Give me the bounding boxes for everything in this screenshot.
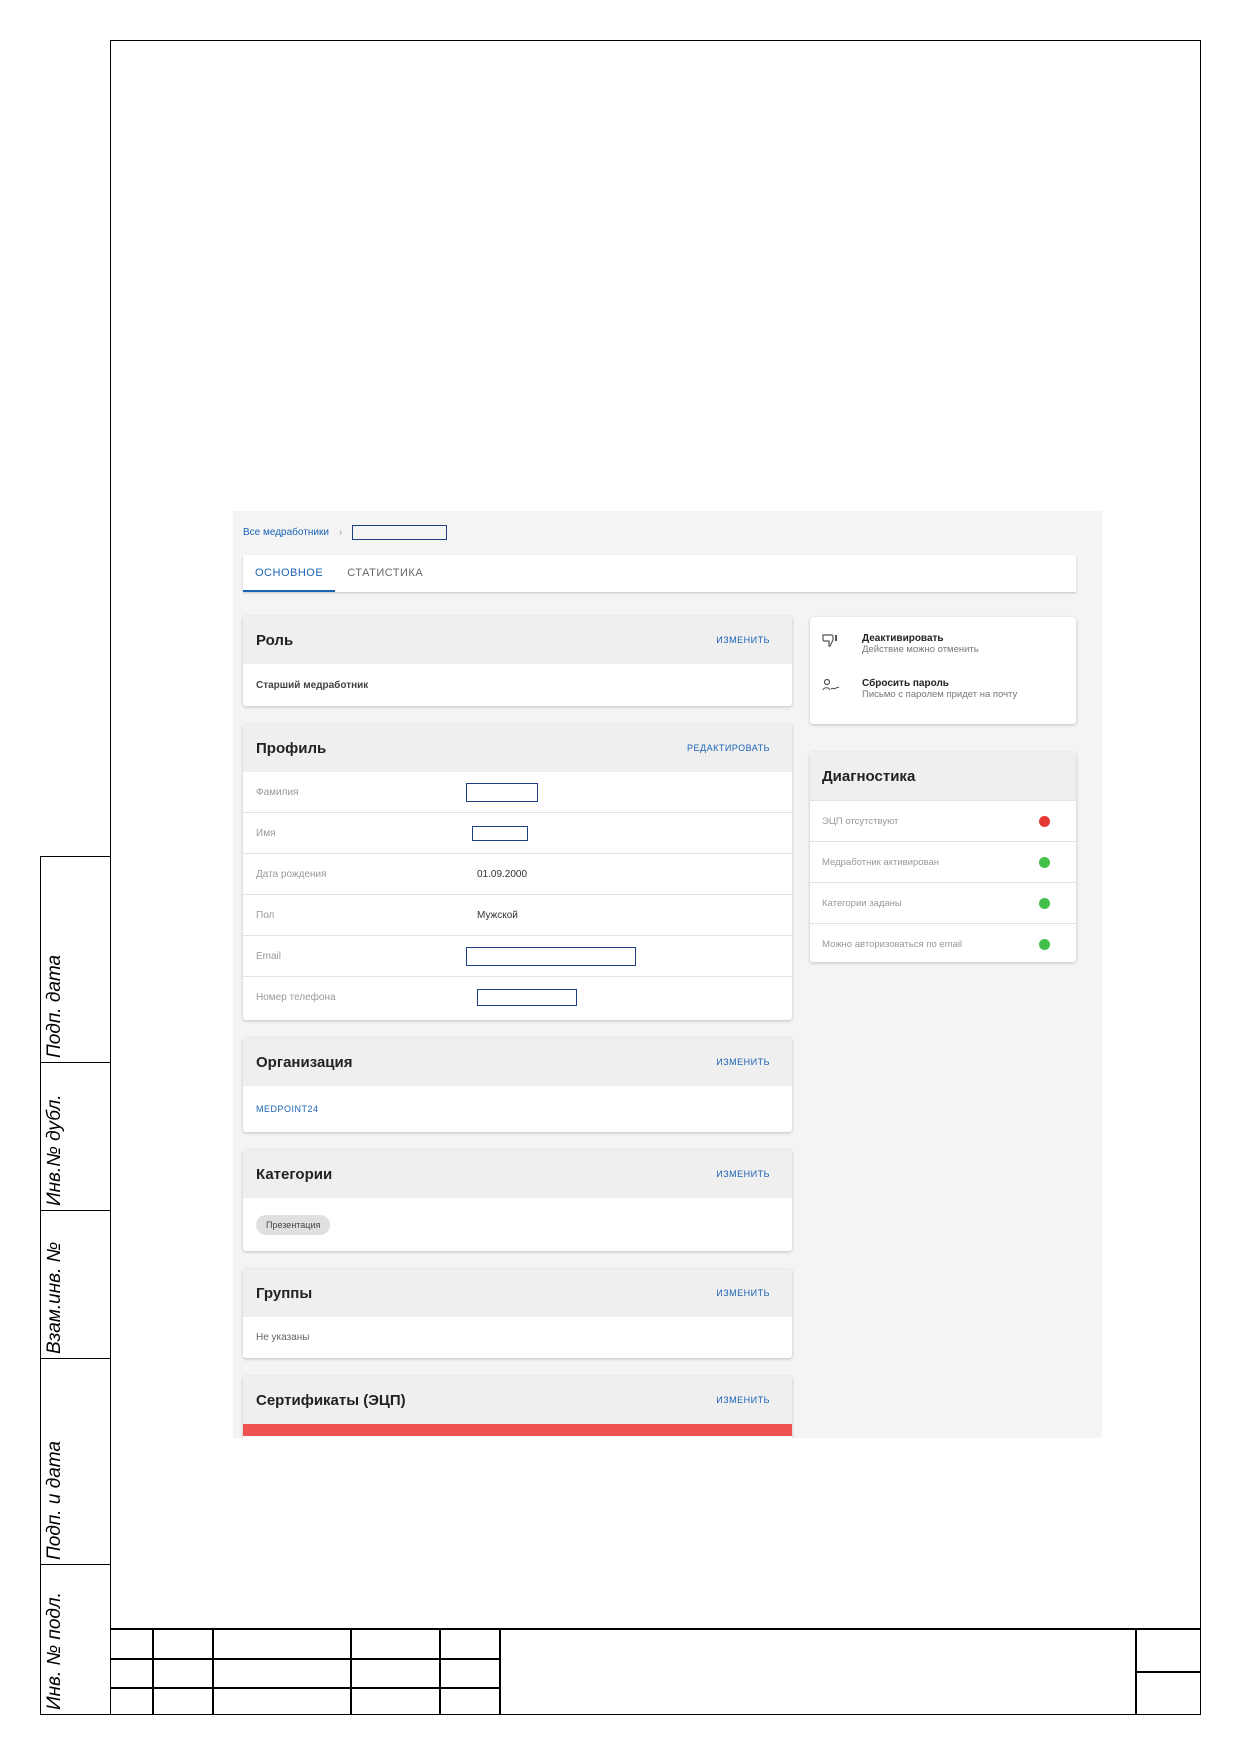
certificates-card: Сертификаты (ЭЦП) ИЗМЕНИТЬ xyxy=(243,1376,792,1438)
title-block xyxy=(110,1628,1201,1715)
status-ok-dot xyxy=(1039,856,1050,868)
diag-label-categories: Категории заданы xyxy=(822,897,902,909)
tab-main[interactable]: ОСНОВНОЕ xyxy=(243,555,336,592)
breadcrumb-separator: › xyxy=(338,527,343,538)
profile-label-surname: Фамилия xyxy=(256,786,299,798)
status-ok-dot xyxy=(1039,897,1050,909)
diagnostics-title: Диагностика xyxy=(822,767,916,785)
groups-value: Не указаны xyxy=(256,1332,310,1343)
certificates-error-bar xyxy=(243,1424,792,1436)
reset-password-subtitle: Письмо с паролем придет на почту xyxy=(862,689,1018,700)
profile-card: Профиль РЕДАКТИРОВАТЬ Фамилия Имя Дата р… xyxy=(243,724,792,1020)
side-label-podp-i-data: Подп. и дата xyxy=(44,1441,65,1560)
diag-label-esign: ЭЦП отсутствуют xyxy=(822,815,899,827)
role-card: Роль ИЗМЕНИТЬ Старший медработник xyxy=(243,616,792,706)
organization-link[interactable]: MEDPOINT24 xyxy=(256,1104,319,1114)
side-label-inv-podl: Инв. № подл. xyxy=(44,1592,65,1710)
groups-title: Группы xyxy=(256,1284,313,1302)
diag-row-categories: Категории заданы xyxy=(810,882,1076,923)
tab-bar: ОСНОВНОЕ СТАТИСТИКА xyxy=(243,555,1076,592)
side-label-inv-dubl: Инв.№ дубл. xyxy=(44,1094,65,1206)
groups-edit-button[interactable]: ИЗМЕНИТЬ xyxy=(716,1288,770,1298)
side-label-podp-data: Подп. дата xyxy=(44,954,65,1058)
profile-value-birthdate: 01.09.2000 xyxy=(477,868,528,880)
profile-value-gender: Мужской xyxy=(477,909,518,921)
breadcrumb-root-link[interactable]: Все медработники xyxy=(243,527,329,538)
profile-label-phone: Номер телефона xyxy=(256,991,336,1003)
categories-title: Категории xyxy=(256,1165,333,1183)
reset-password-action[interactable]: Сбросить пароль Письмо с паролем придет … xyxy=(810,670,1076,715)
role-title: Роль xyxy=(256,631,294,649)
diagnostics-card: Диагностика ЭЦП отсутствуют Медработник … xyxy=(810,752,1076,962)
deactivate-action[interactable]: Деактивировать Действие можно отменить xyxy=(810,625,1076,670)
certificates-edit-button[interactable]: ИЗМЕНИТЬ xyxy=(716,1395,770,1405)
side-label-vzam-inv: Взам.инв. № xyxy=(44,1241,65,1354)
reset-password-title: Сбросить пароль xyxy=(862,678,949,689)
certificates-title: Сертификаты (ЭЦП) xyxy=(256,1391,406,1409)
profile-label-name: Имя xyxy=(256,827,276,839)
categories-card: Категории ИЗМЕНИТЬ Презентация xyxy=(243,1150,792,1251)
organization-title: Организация xyxy=(256,1053,353,1071)
diag-row-esign: ЭЦП отсутствуют xyxy=(810,800,1076,841)
category-chip: Презентация xyxy=(256,1214,331,1235)
profile-row-gender: Пол Мужской xyxy=(243,894,792,935)
profile-row-phone: Номер телефона xyxy=(243,976,792,1017)
categories-edit-button[interactable]: ИЗМЕНИТЬ xyxy=(716,1169,770,1179)
diag-label-activated: Медработник активирован xyxy=(822,856,940,868)
organization-card: Организация ИЗМЕНИТЬ MEDPOINT24 xyxy=(243,1038,792,1132)
profile-label-gender: Пол xyxy=(256,909,275,921)
profile-value-email-redacted xyxy=(466,946,636,966)
role-value: Старший медработник xyxy=(256,679,369,691)
diag-row-email-auth: Можно авторизоваться по email xyxy=(810,923,1076,962)
actions-card: Деактивировать Действие можно отменить С… xyxy=(810,617,1076,724)
profile-row-name: Имя xyxy=(243,812,792,853)
profile-label-birthdate: Дата рождения xyxy=(256,868,327,880)
password-reset-icon xyxy=(822,670,862,695)
app-screen: Все медработники › ОСНОВНОЕ СТАТИСТИКА Р… xyxy=(233,511,1102,1438)
organization-edit-button[interactable]: ИЗМЕНИТЬ xyxy=(716,1057,770,1067)
profile-label-email: Email xyxy=(256,950,282,962)
status-ok-dot xyxy=(1039,938,1050,950)
diag-label-email-auth: Можно авторизоваться по email xyxy=(822,938,963,950)
profile-row-email: Email xyxy=(243,935,792,976)
breadcrumb-current-redacted xyxy=(352,525,448,540)
profile-row-surname: Фамилия xyxy=(243,772,792,812)
profile-value-phone-redacted xyxy=(477,988,577,1006)
diag-row-activated: Медработник активирован xyxy=(810,841,1076,882)
role-edit-button[interactable]: ИЗМЕНИТЬ xyxy=(716,635,770,645)
groups-card: Группы ИЗМЕНИТЬ Не указаны xyxy=(243,1269,792,1358)
breadcrumb: Все медработники › xyxy=(243,525,448,540)
profile-title: Профиль xyxy=(256,739,327,757)
profile-value-surname-redacted xyxy=(466,782,538,802)
profile-row-birthdate: Дата рождения 01.09.2000 xyxy=(243,853,792,894)
thumb-down-icon xyxy=(822,625,862,650)
status-error-dot xyxy=(1039,815,1050,827)
profile-value-name-redacted xyxy=(472,825,528,841)
profile-edit-button[interactable]: РЕДАКТИРОВАТЬ xyxy=(687,743,770,753)
deactivate-subtitle: Действие можно отменить xyxy=(862,644,979,655)
deactivate-title: Деактивировать xyxy=(862,633,944,644)
tab-statistics[interactable]: СТАТИСТИКА xyxy=(335,555,435,592)
